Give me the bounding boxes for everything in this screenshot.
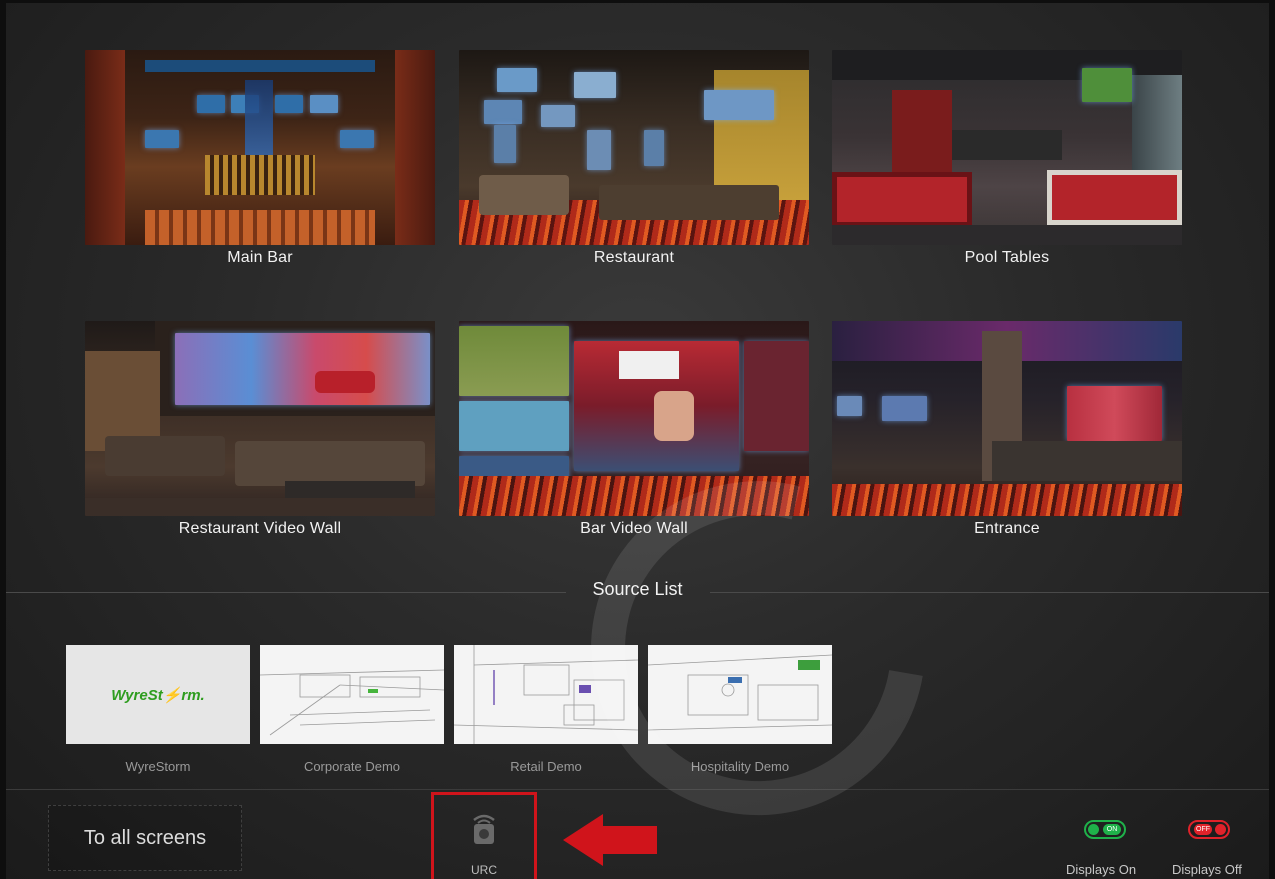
source-label-wyrestorm: WyreStorm — [125, 759, 191, 774]
pool-tables-photo — [832, 50, 1182, 245]
retail-demo-sketch — [454, 645, 638, 744]
source-retail-demo[interactable] — [454, 645, 638, 744]
source-label-retail-demo: Retail Demo — [510, 759, 582, 774]
source-corporate-demo[interactable] — [260, 645, 444, 744]
wyrestorm-logo: WyreSt⚡rm. — [111, 686, 205, 704]
zone-pool-tables[interactable] — [832, 50, 1182, 245]
urc-button[interactable]: URC — [431, 792, 537, 879]
restaurant-photo — [459, 50, 809, 245]
red-arrow-annotation — [563, 814, 657, 866]
main-bar-photo — [85, 50, 435, 245]
zone-restaurant[interactable] — [459, 50, 809, 245]
zone-bar-video-wall[interactable] — [459, 321, 809, 516]
toggle-knob-icon — [1215, 824, 1226, 835]
displays-on-toggle-text: ON — [1103, 824, 1121, 835]
zone-main-bar[interactable] — [85, 50, 435, 245]
zone-label-restaurant-video-wall: Restaurant Video Wall — [178, 520, 342, 537]
zone-entrance[interactable] — [832, 321, 1182, 516]
urc-label: URC — [471, 863, 497, 877]
corporate-demo-sketch — [260, 669, 444, 736]
entrance-photo — [832, 321, 1182, 516]
source-label-hospitality-demo: Hospitality Demo — [690, 759, 790, 774]
source-label-corporate-demo: Corporate Demo — [303, 759, 401, 774]
zone-label-bar-video-wall: Bar Video Wall — [580, 520, 688, 537]
displays-off-toggle-text: OFF — [1194, 824, 1212, 835]
source-hospitality-demo[interactable] — [648, 645, 832, 744]
displays-on-toggle[interactable]: ON — [1084, 820, 1126, 839]
zone-label-pool-tables: Pool Tables — [964, 249, 1050, 266]
displays-off-label: Displays Off — [1172, 862, 1242, 877]
remote-control-icon — [473, 814, 495, 844]
toggle-knob-icon — [1088, 824, 1099, 835]
displays-off-toggle[interactable]: OFF — [1188, 820, 1230, 839]
zone-label-restaurant: Restaurant — [593, 249, 675, 266]
restaurant-video-wall-photo — [85, 321, 435, 516]
source-wyrestorm[interactable]: WyreSt⚡rm. — [66, 645, 250, 744]
displays-on-label: Displays On — [1066, 862, 1137, 877]
source-list-title: Source List — [592, 579, 683, 599]
zone-label-main-bar: Main Bar — [227, 249, 293, 266]
app-frame: Main Bar Restaurant Pool Tables Restaura… — [0, 0, 1275, 879]
bar-video-wall-photo — [459, 321, 809, 516]
bottom-divider — [6, 789, 1269, 790]
hospitality-demo-sketch — [648, 654, 832, 731]
zone-restaurant-video-wall[interactable] — [85, 321, 435, 516]
to-all-screens-button[interactable]: To all screens — [48, 805, 242, 871]
zone-label-entrance: Entrance — [974, 520, 1040, 537]
